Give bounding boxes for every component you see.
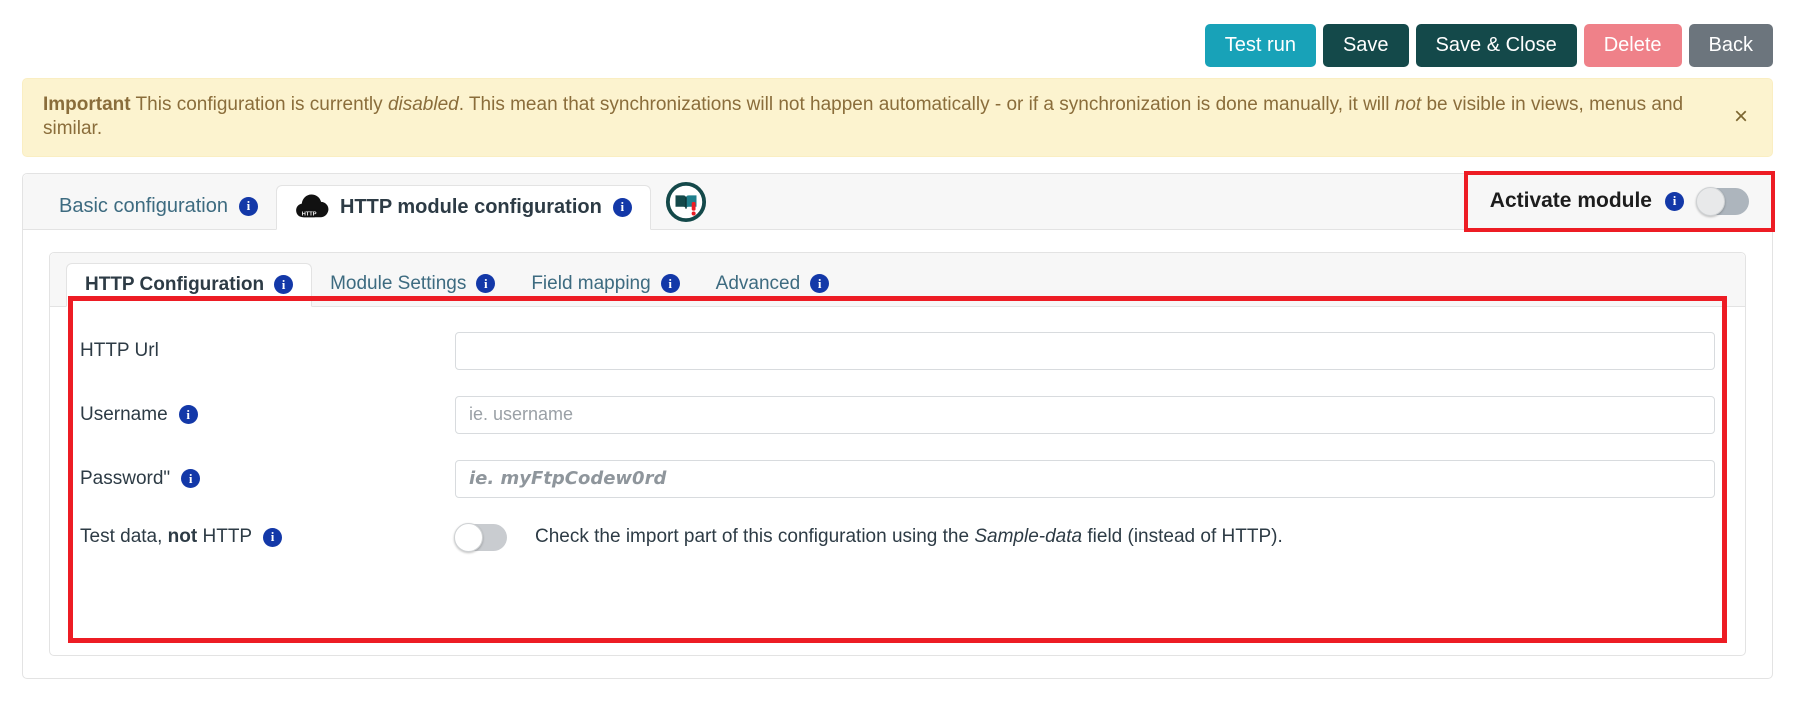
save-button[interactable]: Save — [1322, 23, 1409, 67]
page-root: Test run Save Save & Close Delete Back I… — [0, 0, 1795, 703]
tab-http-configuration[interactable]: HTTP Configuration i — [66, 262, 313, 307]
form-row-username: Username i — [80, 395, 1715, 434]
info-icon[interactable]: i — [810, 274, 830, 293]
toggle-knob — [1696, 186, 1725, 216]
save-and-close-button[interactable]: Save & Close — [1415, 23, 1577, 67]
form-row-password: Password" i — [80, 459, 1715, 498]
http-cloud-icon: HTTP — [295, 194, 329, 220]
alert-text-1: This configuration is currently — [130, 94, 388, 115]
activate-module-toggle[interactable] — [1696, 186, 1749, 216]
test-data-field-wrap: Check the import part of this configurat… — [454, 522, 1715, 552]
username-input[interactable] — [455, 395, 1715, 434]
password-label-group: Password" i — [80, 468, 455, 490]
username-label-group: Username i — [80, 404, 455, 426]
test-data-helper-text: Check the import part of this configurat… — [535, 526, 1283, 548]
info-icon[interactable]: i — [612, 197, 632, 217]
info-icon[interactable]: i — [476, 274, 496, 293]
tab-field-mapping[interactable]: Field mapping i — [513, 262, 697, 306]
tab-basic-configuration-label: Basic configuration — [59, 194, 228, 217]
tab-module-settings-label: Module Settings — [330, 272, 467, 294]
outer-tab-bar: Basic configuration i HTTP HTTP module c… — [23, 170, 1775, 232]
delete-button[interactable]: Delete — [1583, 23, 1682, 67]
test-data-label-group: Test data, not HTTP i — [80, 526, 455, 548]
tab-http-module-configuration[interactable]: HTTP HTTP module configuration i — [275, 184, 651, 230]
test-data-label: Test data, not HTTP — [80, 526, 252, 548]
toggle-knob — [454, 522, 483, 552]
activate-module-highlight: Activate module i — [1463, 170, 1775, 232]
svg-text:HTTP: HTTP — [302, 212, 317, 218]
inner-tab-bar: HTTP Configuration i Module Settings i F… — [50, 252, 1745, 307]
alert-emphasis-disabled: disabled — [387, 94, 459, 115]
activate-module-label: Activate module — [1489, 189, 1652, 212]
password-label: Password" — [80, 467, 171, 489]
form-row-http-url: HTTP Url — [80, 331, 1715, 370]
test-data-label-prefix: Test data, — [80, 526, 168, 547]
http-url-input[interactable] — [455, 331, 1715, 370]
info-icon[interactable]: i — [660, 274, 680, 293]
test-data-label-suffix: HTTP — [197, 526, 253, 547]
info-icon[interactable]: i — [178, 405, 198, 424]
alert-emphasis-not: not — [1394, 94, 1422, 115]
tab-advanced[interactable]: Advanced i — [698, 262, 848, 306]
helper-suffix: field (instead of HTTP). — [1082, 526, 1283, 547]
info-icon[interactable]: i — [274, 275, 294, 294]
back-button[interactable]: Back — [1688, 23, 1773, 67]
alert-strong-label: Important — [43, 94, 131, 115]
top-action-toolbar: Test run Save Save & Close Delete Back — [0, 0, 1795, 72]
close-icon[interactable]: × — [1728, 104, 1754, 130]
tab-module-settings[interactable]: Module Settings i — [312, 262, 513, 306]
tab-field-mapping-label: Field mapping — [531, 272, 651, 294]
helper-emphasis-sample-data: Sample-data — [974, 526, 1083, 547]
http-configuration-card: HTTP Configuration i Module Settings i F… — [49, 251, 1746, 656]
tab-advanced-label: Advanced — [715, 272, 801, 294]
password-field-wrap — [455, 459, 1715, 498]
info-icon[interactable]: i — [181, 469, 201, 488]
helper-prefix: Check the import part of this configurat… — [535, 526, 975, 547]
important-alert-banner: Important This configuration is currentl… — [22, 78, 1773, 157]
tab-http-module-configuration-label: HTTP module configuration — [339, 195, 602, 218]
test-run-button[interactable]: Test run — [1204, 23, 1316, 67]
book-icon[interactable] — [665, 181, 707, 223]
configuration-card: Basic configuration i HTTP HTTP module c… — [22, 170, 1775, 679]
http-url-label: HTTP Url — [80, 339, 159, 361]
info-icon[interactable]: i — [263, 527, 283, 547]
alert-text-2: . This mean that synchronizations will n… — [458, 94, 1395, 115]
http-url-field-wrap — [455, 331, 1715, 370]
password-input[interactable] — [455, 459, 1715, 498]
alert-text: Important This configuration is currentl… — [43, 94, 1683, 139]
tab-http-configuration-label: HTTP Configuration — [85, 273, 265, 295]
http-configuration-form: HTTP Url Username i ie. username Passwor… — [50, 307, 1745, 552]
test-data-label-bold: not — [167, 526, 198, 547]
info-icon[interactable]: i — [238, 196, 258, 216]
test-data-toggle[interactable] — [454, 522, 507, 552]
username-field-wrap — [455, 395, 1715, 434]
tab-basic-configuration[interactable]: Basic configuration i — [41, 184, 276, 229]
username-label: Username — [80, 403, 168, 425]
info-icon[interactable]: i — [1665, 191, 1684, 211]
form-row-test-data: Test data, not HTTP i Check the import p… — [80, 522, 1715, 552]
http-url-label-group: HTTP Url — [80, 340, 455, 362]
